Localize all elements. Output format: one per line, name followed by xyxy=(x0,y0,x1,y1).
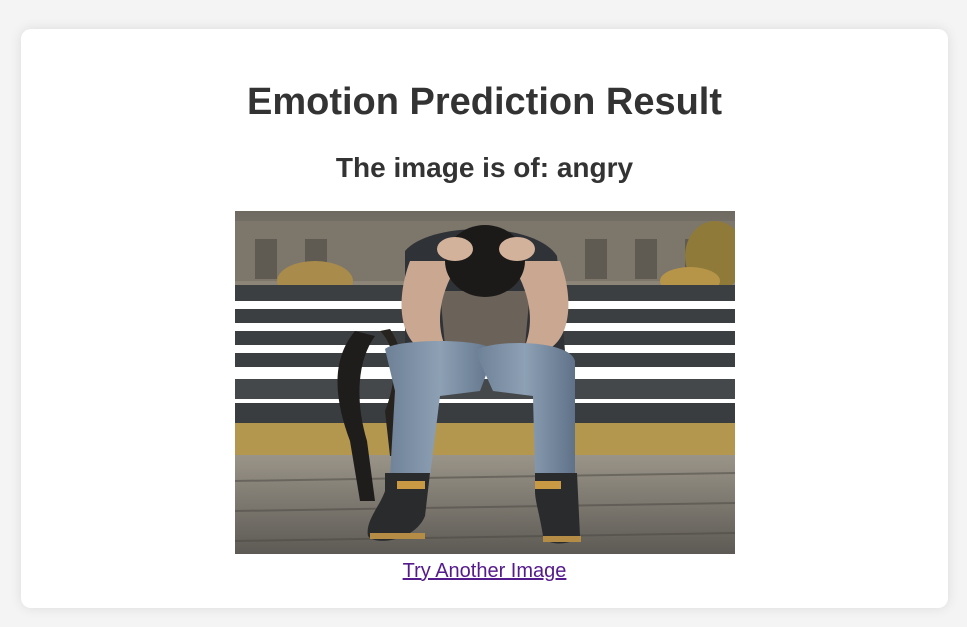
prediction-result: The image is of: angry xyxy=(335,152,634,183)
page-title: Emotion Prediction Result xyxy=(246,81,723,123)
uploaded-image xyxy=(235,211,735,554)
link-container: Try Another Image xyxy=(21,559,948,583)
result-card: Emotion Prediction Result The image is o… xyxy=(21,29,948,608)
try-another-image-link[interactable]: Try Another Image xyxy=(403,560,567,582)
